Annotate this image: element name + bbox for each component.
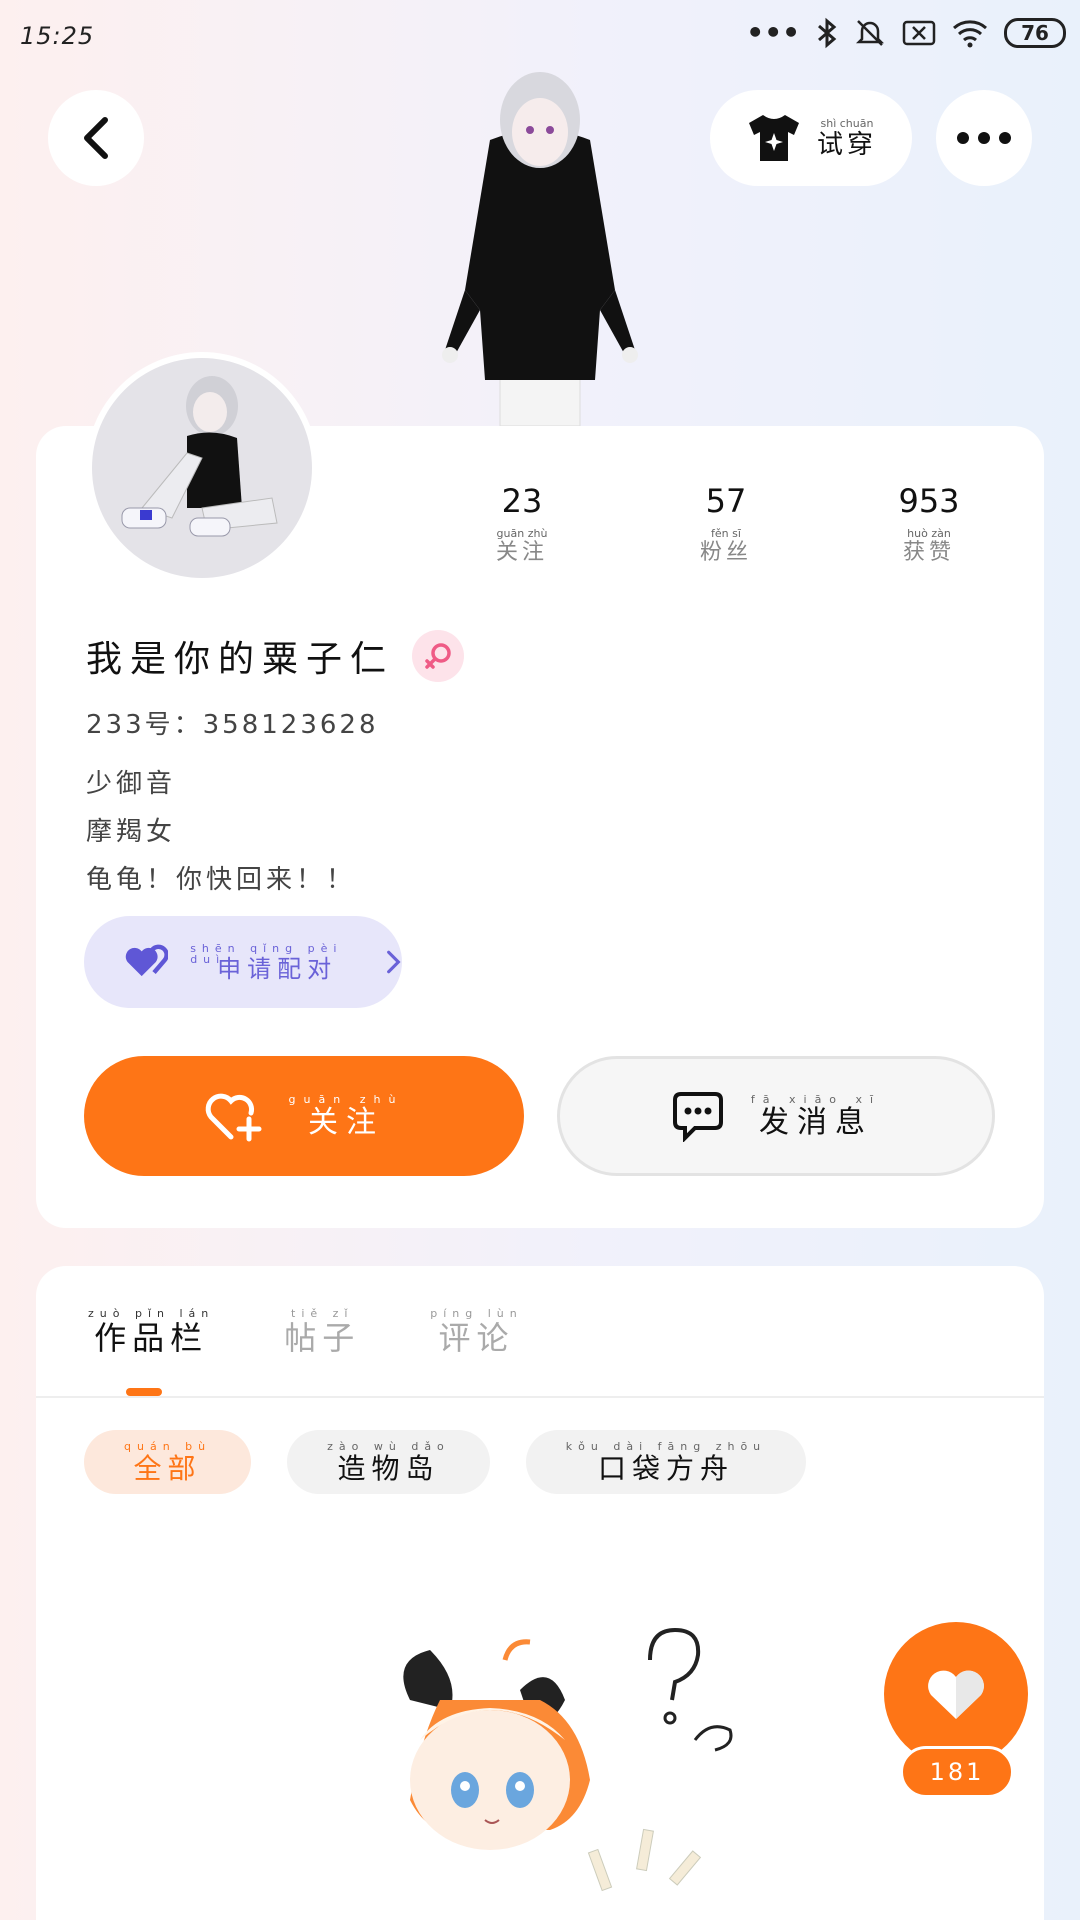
stat-fans[interactable]: 57 fěn sī 粉丝 [666, 482, 786, 564]
tab-comments[interactable]: píng lùn 评论 [430, 1308, 523, 1354]
gender-badge [412, 630, 465, 682]
tab-label: 作品栏 [94, 1319, 209, 1357]
content-tabs: zuò pǐn lán 作品栏 tiě zǐ 帖子 píng lùn 评论 [88, 1308, 523, 1354]
send-message-button[interactable]: fā xiāo xī 发消息 [557, 1056, 995, 1176]
stat-value: 57 [705, 482, 747, 520]
bio-line: 龟龟！你快回来！！ [86, 865, 357, 895]
pair-label: 申请配对 [217, 955, 338, 983]
try-on-button[interactable]: shì chuān 试穿 [710, 90, 912, 186]
filter-all[interactable]: quán bù 全部 [84, 1430, 252, 1494]
bluetooth-icon [818, 17, 837, 48]
filter-label: 造物岛 [337, 1452, 440, 1485]
tab-works[interactable]: zuò pǐn lán 作品栏 [88, 1308, 214, 1354]
follow-label-group: guān zhù 关注 [289, 1094, 404, 1138]
more-horizontal-icon [957, 132, 1011, 144]
like-button[interactable] [884, 1622, 1028, 1766]
more-options-button[interactable] [936, 90, 1032, 186]
bio-line: 少御音 [86, 769, 177, 799]
bio-line: 摩羯女 [86, 817, 177, 847]
tab-divider [36, 1396, 1044, 1398]
stat-value: 23 [501, 482, 543, 520]
more-dots-icon: ••• [746, 16, 800, 49]
avatar-3d-figure[interactable] [430, 60, 650, 426]
chevron-left-icon [84, 117, 108, 159]
sim-x-icon [902, 20, 936, 45]
status-time: 15:25 [20, 22, 95, 50]
tshirt-icon [748, 115, 799, 161]
empty-state-mascot [403, 1627, 733, 1892]
stat-label-group: guān zhù 关注 [496, 528, 548, 564]
tab-posts[interactable]: tiě zǐ 帖子 [284, 1308, 360, 1354]
profile-bio: 少御音 摩羯女 龟龟！你快回来！！ [86, 760, 356, 904]
tab-label: 评论 [438, 1319, 515, 1357]
filter-creation-island[interactable]: zào wù dǎo 造物岛 [287, 1430, 490, 1494]
profile-page: 15:25 ••• 76 shì chuān 试穿 23 guān zhù 关注… [0, 0, 1080, 1920]
active-tab-indicator [126, 1388, 162, 1396]
follow-label: 关注 [307, 1105, 384, 1140]
filter-chips: quán bù 全部 zào wù dǎo 造物岛 kǒu dài fāng z… [84, 1430, 807, 1494]
female-icon [425, 643, 451, 669]
chat-bubble-icon [672, 1092, 723, 1142]
double-heart-icon [125, 944, 169, 977]
back-button[interactable] [48, 90, 144, 186]
stat-label-group: huò zàn 获赞 [903, 528, 955, 564]
stat-value: 953 [898, 482, 960, 520]
name-row: 我是你的粟子仁 [86, 630, 465, 682]
stat-following[interactable]: 23 guān zhù 关注 [462, 482, 582, 564]
stat-label: 粉丝 [699, 540, 752, 565]
try-on-label: 试穿 [816, 130, 877, 160]
profile-name: 我是你的粟子仁 [86, 639, 395, 680]
battery-indicator: 76 [1004, 17, 1066, 48]
heart-icon [928, 1670, 984, 1719]
avatar-figure-icon [121, 376, 278, 537]
stat-label-group: fěn sī 粉丝 [700, 528, 752, 564]
stat-label: 获赞 [902, 540, 955, 565]
filter-pocket-ark[interactable]: kǒu dài fāng zhōu 口袋方舟 [525, 1430, 807, 1494]
tab-label: 帖子 [284, 1319, 361, 1357]
chevron-right-icon [387, 950, 401, 974]
filter-label: 全部 [133, 1452, 202, 1485]
try-on-label-group: shì chuān 试穿 [817, 118, 877, 158]
mute-bell-icon [855, 19, 885, 46]
profile-avatar[interactable] [86, 352, 318, 584]
stat-label: 关注 [495, 540, 548, 565]
like-count-badge: 181 [900, 1746, 1014, 1798]
follow-button[interactable]: guān zhù 关注 [84, 1056, 524, 1176]
pair-label-group: shēn qǐng pèi duì 申请配对 [190, 943, 364, 981]
avatar-image [92, 358, 312, 578]
filter-label: 口袋方舟 [597, 1452, 734, 1485]
wifi-icon [953, 19, 987, 47]
message-label: 发消息 [759, 1105, 873, 1140]
stat-likes[interactable]: 953 huò zàn 获赞 [869, 482, 989, 564]
user-id: 233号：358123628 [86, 710, 379, 740]
message-label-group: fā xiāo xī 发消息 [751, 1094, 881, 1138]
apply-pair-button[interactable]: shēn qǐng pèi duì 申请配对 [84, 916, 402, 1008]
heart-plus-icon [205, 1093, 262, 1142]
status-icons: ••• 76 [746, 16, 1066, 49]
